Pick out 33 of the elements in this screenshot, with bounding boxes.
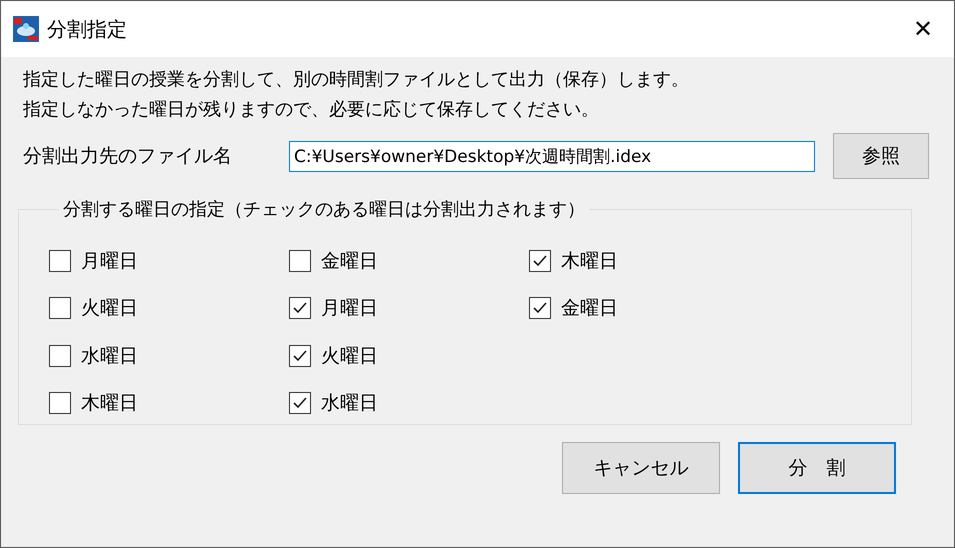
day-label: 火曜日 (81, 296, 138, 322)
checkbox[interactable] (49, 297, 71, 320)
checkbox[interactable] (49, 250, 71, 272)
day-label: 月曜日 (81, 248, 138, 274)
browse-button[interactable]: 参照 (833, 133, 929, 179)
day-label: 木曜日 (561, 248, 618, 274)
day-label: 木曜日 (81, 391, 138, 416)
description-text: 指定しなかった曜日が残りますので、必要に応じて保存してください。 (23, 98, 600, 122)
checkbox[interactable] (529, 250, 551, 272)
split-button[interactable]: 分 割 (738, 442, 896, 494)
checkbox[interactable] (49, 392, 71, 414)
checkmark-icon (292, 348, 308, 364)
window-title: 分割指定 (47, 16, 128, 42)
checkmark-icon (532, 252, 548, 269)
checkbox[interactable] (289, 250, 311, 272)
file-path-field[interactable]: C:¥Users¥owner¥Desktop¥次週時間割.idex (289, 140, 815, 172)
day-label: 月曜日 (321, 296, 378, 322)
checkbox[interactable] (289, 344, 311, 367)
checkbox[interactable] (289, 392, 311, 414)
checkbox[interactable] (49, 344, 71, 367)
app-icon (13, 16, 39, 42)
day-label: 金曜日 (561, 296, 618, 322)
day-label: 水曜日 (321, 391, 378, 416)
group-title: 分割する曜日の指定（チェックのある曜日は分割出力されます） (62, 198, 586, 221)
checkbox[interactable] (529, 297, 551, 320)
close-button[interactable]: ✕ (896, 2, 950, 56)
day-label: 金曜日 (321, 248, 378, 274)
description-text: 指定した曜日の授業を分割して、別の時間割ファイルとして出力（保存）します。 (23, 68, 690, 92)
file-name-label: 分割出力先のファイル名 (23, 144, 233, 169)
day-label: 水曜日 (81, 344, 138, 369)
day-label: 火曜日 (321, 344, 378, 369)
checkbox[interactable] (289, 297, 311, 320)
cancel-button[interactable]: キャンセル (562, 442, 720, 494)
